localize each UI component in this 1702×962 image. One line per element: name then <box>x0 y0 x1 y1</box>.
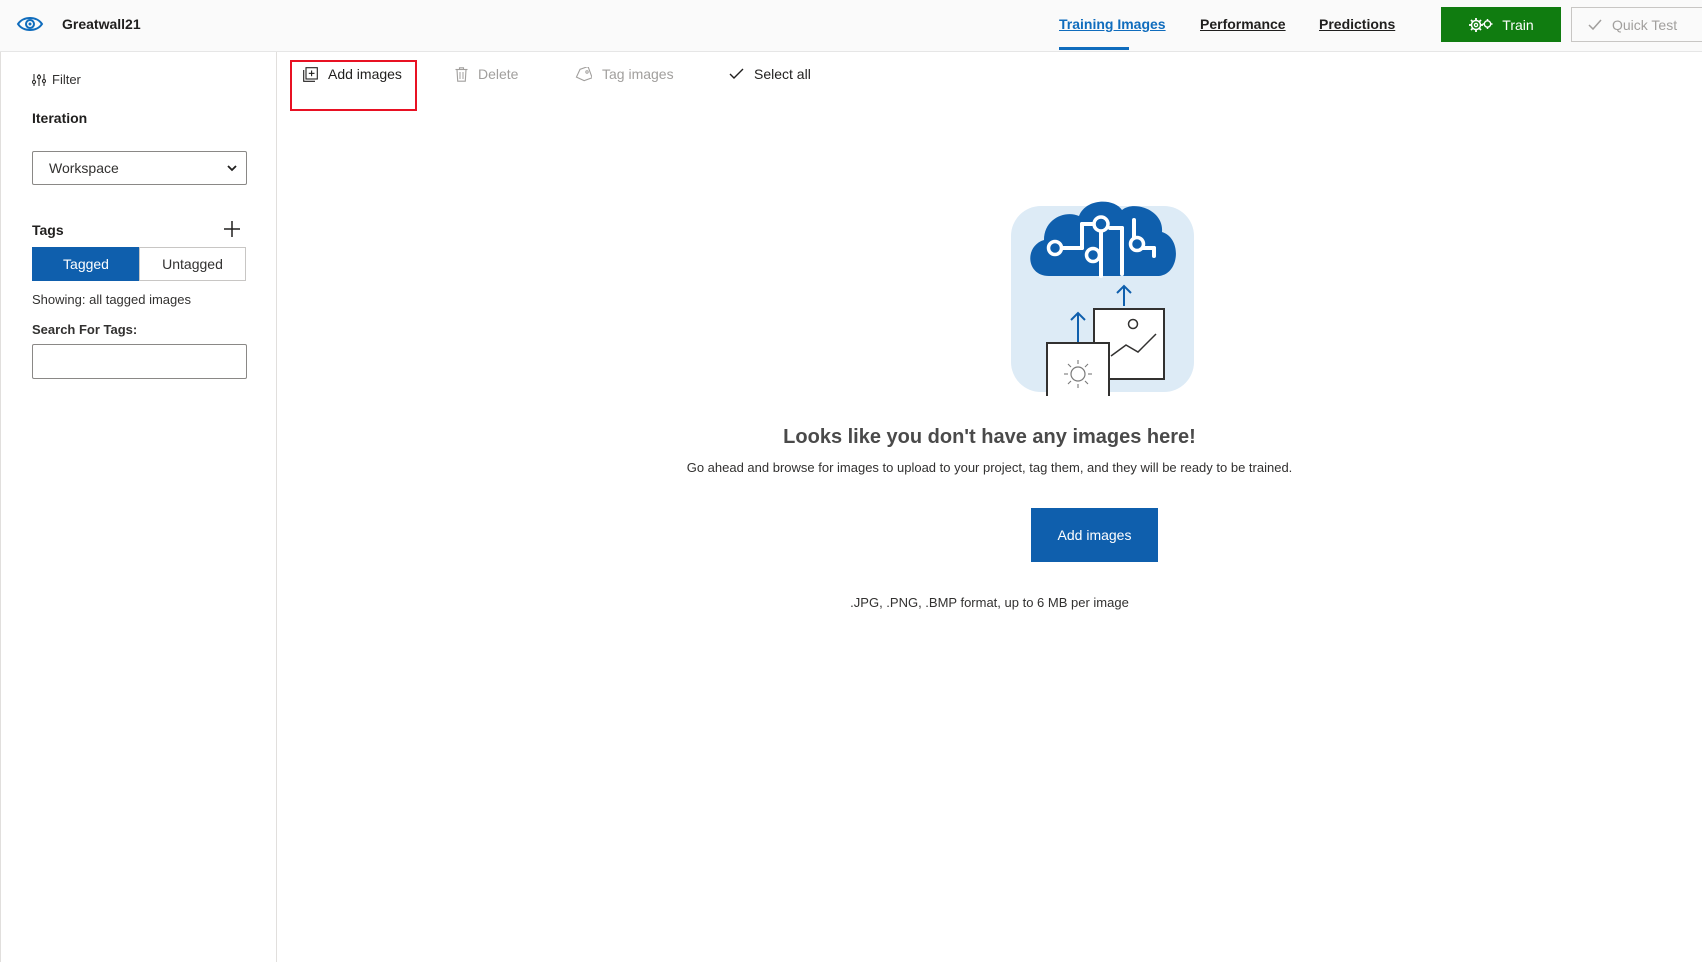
gears-icon <box>1469 17 1493 32</box>
tab-performance[interactable]: Performance <box>1200 16 1286 32</box>
supported-formats-text: .JPG, .PNG, .BMP format, up to 6 MB per … <box>850 595 1129 610</box>
tag-images-toolbar-button[interactable]: Tag images <box>575 66 674 82</box>
select-all-toolbar-label: Select all <box>754 66 811 82</box>
tagged-label: Tagged <box>63 256 109 272</box>
iteration-heading: Iteration <box>32 110 88 126</box>
add-images-primary-button[interactable]: Add images <box>1031 508 1158 562</box>
add-images-toolbar-label: Add images <box>328 66 402 82</box>
train-button[interactable]: Train <box>1441 7 1561 42</box>
eye-logo-icon[interactable] <box>16 12 44 36</box>
filter-toggle[interactable]: Filter <box>32 72 81 87</box>
showing-status-text: Showing: all tagged images <box>32 292 191 307</box>
empty-state-title: Looks like you don't have any images her… <box>783 426 1196 448</box>
filter-sliders-icon <box>32 73 46 86</box>
delete-toolbar-label: Delete <box>478 66 519 82</box>
chevron-down-icon <box>227 165 237 172</box>
tags-heading: Tags <box>32 222 64 238</box>
tag-icon <box>575 66 592 81</box>
quick-test-button[interactable]: Quick Test <box>1571 7 1702 42</box>
untagged-toggle-button[interactable]: Untagged <box>139 247 246 281</box>
add-images-toolbar-button[interactable]: Add images <box>303 66 402 82</box>
quick-test-label: Quick Test <box>1612 16 1678 33</box>
checkmark-icon <box>1588 19 1602 30</box>
search-tags-label: Search For Tags: <box>32 322 138 337</box>
tag-images-toolbar-label: Tag images <box>602 66 674 82</box>
project-name: Greatwall21 <box>62 16 141 32</box>
active-tab-indicator <box>1059 47 1129 50</box>
iteration-dropdown[interactable]: Workspace <box>32 151 247 185</box>
delete-toolbar-button[interactable]: Delete <box>455 66 518 82</box>
add-image-icon <box>303 66 318 82</box>
add-tag-plus-icon[interactable] <box>223 220 241 238</box>
brain-upload-illustration <box>1011 201 1194 396</box>
top-header: Greatwall21 Training Images Performance … <box>0 0 1702 52</box>
search-tags-input[interactable] <box>32 344 247 379</box>
left-sidebar: Filter Iteration Workspace Tags Tagged U… <box>0 52 277 962</box>
select-all-toolbar-button[interactable]: Select all <box>729 66 811 82</box>
untagged-label: Untagged <box>162 256 223 272</box>
filter-label: Filter <box>52 72 81 87</box>
empty-state-description: Go ahead and browse for images to upload… <box>686 460 1293 475</box>
train-button-label: Train <box>1502 16 1534 33</box>
tab-predictions[interactable]: Predictions <box>1319 16 1395 32</box>
trash-icon <box>455 66 468 82</box>
tab-training-images[interactable]: Training Images <box>1059 16 1166 32</box>
iteration-selected-value: Workspace <box>49 160 119 176</box>
tagged-toggle-button[interactable]: Tagged <box>32 247 140 281</box>
checkmark-icon <box>729 68 744 79</box>
